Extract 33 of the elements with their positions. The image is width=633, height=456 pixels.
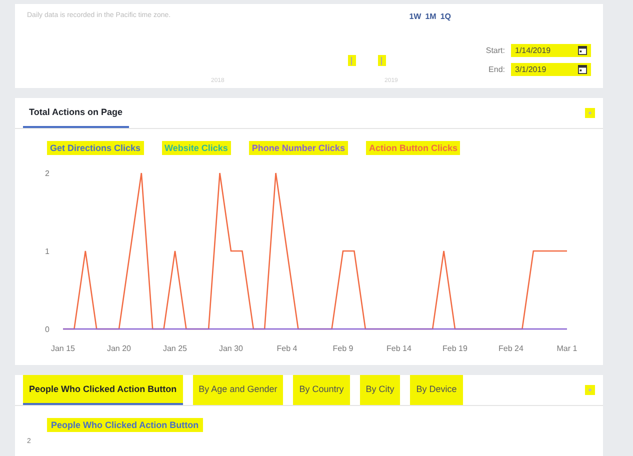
date-label: End: xyxy=(488,65,505,74)
tab[interactable]: By Device xyxy=(410,375,463,405)
x-tick-label: Feb 4 xyxy=(276,344,298,353)
range-preset-link[interactable]: 1M xyxy=(425,12,436,21)
calendar-icon[interactable] xyxy=(578,65,587,74)
legend-item[interactable]: People Who Clicked Action Button xyxy=(47,418,203,432)
legend-item[interactable]: Phone Number Clicks xyxy=(248,141,348,155)
legend-item[interactable]: Get Directions Clicks xyxy=(47,141,144,155)
tab[interactable]: Total Actions on Page xyxy=(23,98,129,128)
date-field[interactable]: 1/14/2019 xyxy=(511,44,591,57)
y-tick-label: 1 xyxy=(45,247,50,256)
x-tick-label: Feb 9 xyxy=(332,344,354,353)
tab[interactable]: People Who Clicked Action Button xyxy=(23,375,183,405)
tab[interactable]: By Age and Gender xyxy=(192,375,284,405)
y-tick-label: 0 xyxy=(45,325,50,334)
range-handle[interactable] xyxy=(348,55,356,66)
x-tick-label: Jan 25 xyxy=(162,344,188,353)
calendar-icon[interactable] xyxy=(578,46,587,55)
x-tick-label: Jan 15 xyxy=(50,344,76,353)
tab[interactable]: By Country xyxy=(293,375,350,405)
y-tick-label: 2 xyxy=(45,169,50,178)
range-preset-link[interactable]: 1Q xyxy=(440,12,451,21)
x-tick-label: Feb 19 xyxy=(442,344,468,353)
tab[interactable]: By City xyxy=(360,375,400,405)
range-handle[interactable] xyxy=(378,55,386,66)
x-tick-label: Jan 30 xyxy=(218,344,244,353)
date-label: Start: xyxy=(486,46,505,55)
x-tick-label: Feb 14 xyxy=(386,344,412,353)
x-tick-label: Feb 24 xyxy=(498,344,524,353)
date-field[interactable]: 3/1/2019 xyxy=(511,63,591,76)
x-tick-label: Mar 1 xyxy=(556,344,578,353)
x-tick-label: Jan 20 xyxy=(106,344,132,353)
range-preset-link[interactable]: 1W xyxy=(409,12,422,21)
